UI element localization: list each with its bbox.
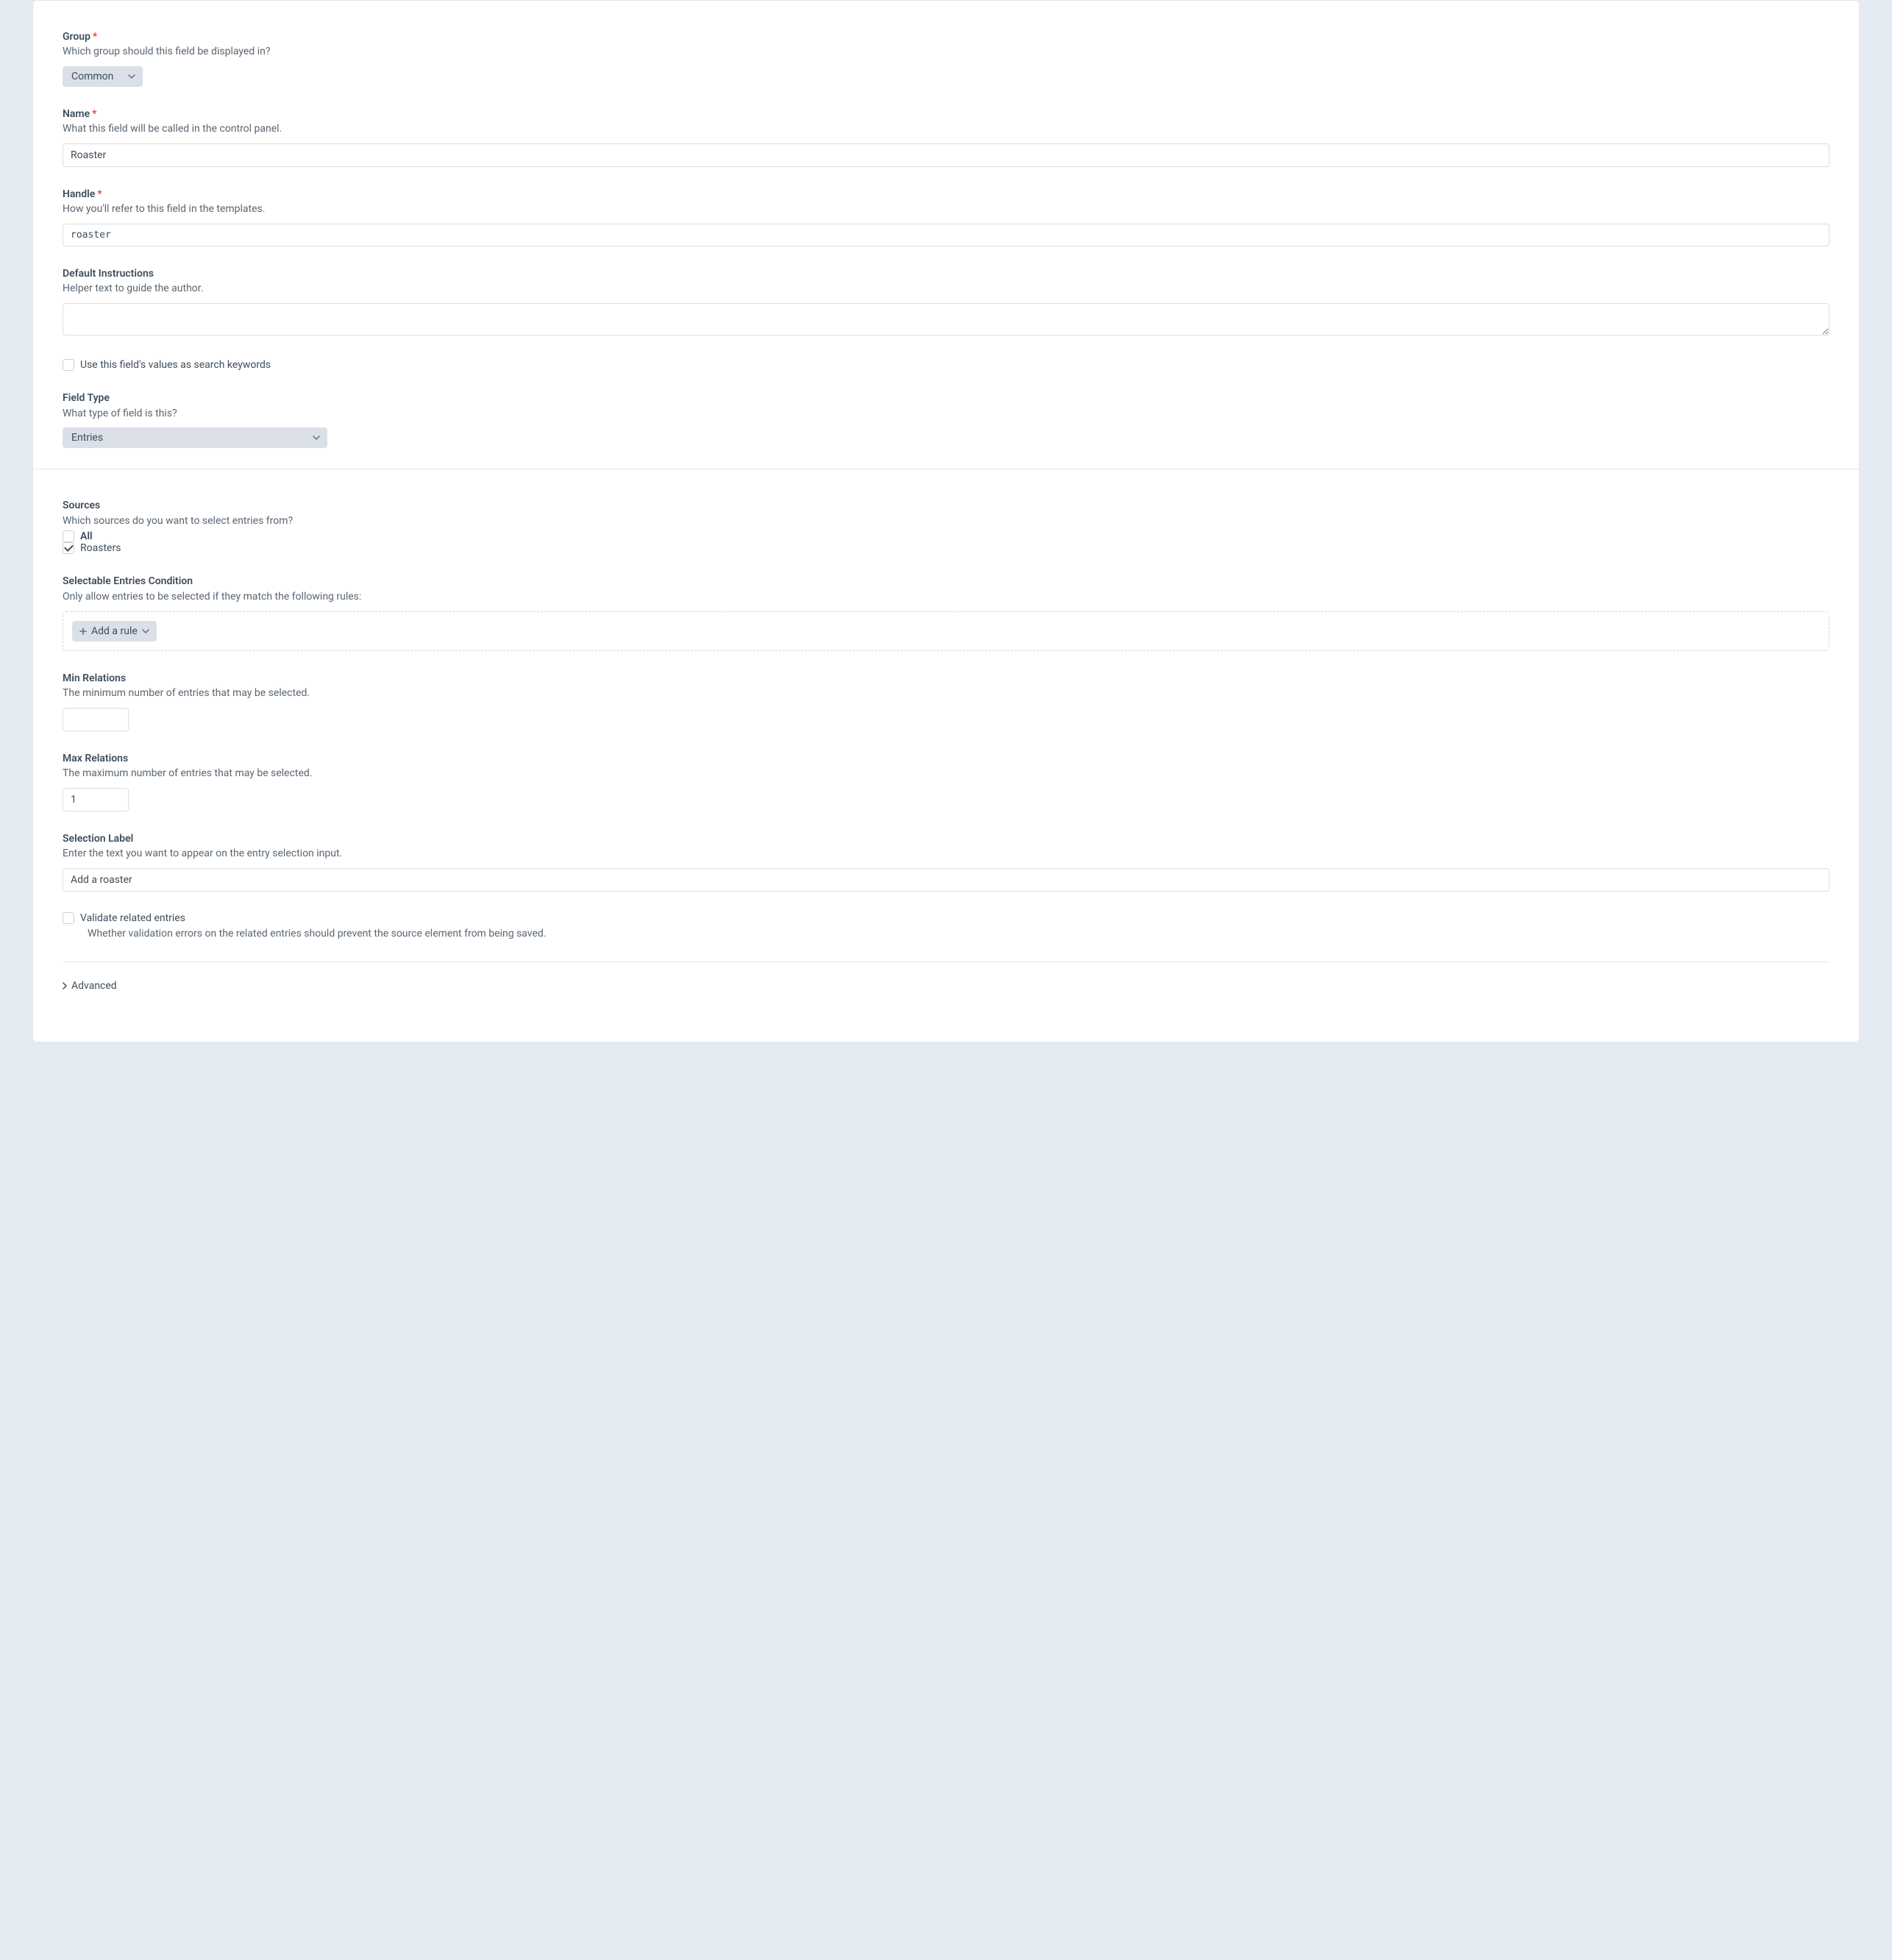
field-type-field: Field Type What type of field is this? E… [63, 391, 1829, 448]
handle-help: How you'll refer to this field in the te… [63, 202, 1829, 216]
validate-related-field: Validate related entries Whether validat… [63, 912, 1829, 941]
max-relations-help: The maximum number of entries that may b… [63, 767, 1829, 781]
checkbox-icon [63, 912, 74, 924]
chevron-right-icon [63, 982, 67, 990]
search-keywords-field: Use this field's values as search keywor… [63, 359, 1829, 371]
instructions-field: Default Instructions Helper text to guid… [63, 267, 1829, 338]
advanced-toggle[interactable]: Advanced [63, 980, 1829, 992]
group-field: Group* Which group should this field be … [63, 30, 1829, 87]
min-relations-input[interactable] [63, 708, 129, 731]
instructions-label: Default Instructions [63, 267, 1829, 280]
selection-label-field: Selection Label Enter the text you want … [63, 832, 1829, 892]
sources-option-all[interactable]: All [63, 530, 1829, 542]
chevron-down-icon [142, 629, 149, 633]
field-type-label: Field Type [63, 391, 1829, 405]
name-field: Name* What this field will be called in … [63, 107, 1829, 167]
checkbox-icon [63, 530, 74, 542]
name-input[interactable] [63, 143, 1829, 167]
search-keywords-checkbox[interactable]: Use this field's values as search keywor… [63, 359, 1829, 371]
name-label: Name* [63, 107, 1829, 121]
condition-label: Selectable Entries Condition [63, 575, 1829, 588]
handle-input[interactable] [63, 224, 1829, 246]
selection-label-input[interactable] [63, 868, 1829, 892]
checkbox-icon [63, 359, 74, 371]
group-label: Group* [63, 30, 1829, 43]
settings-panel: Group* Which group should this field be … [32, 0, 1860, 1043]
selection-label-label: Selection Label [63, 832, 1829, 845]
checkbox-checked-icon [63, 542, 74, 554]
sources-option-roasters[interactable]: Roasters [63, 542, 1829, 554]
min-relations-label: Min Relations [63, 672, 1829, 685]
field-type-select[interactable]: Entries [63, 427, 327, 448]
chevron-down-icon [128, 74, 135, 79]
group-help: Which group should this field be display… [63, 45, 1829, 59]
min-relations-field: Min Relations The minimum number of entr… [63, 672, 1829, 731]
max-relations-field: Max Relations The maximum number of entr… [63, 752, 1829, 812]
plus-icon [79, 628, 87, 635]
chevron-down-icon [313, 436, 320, 440]
group-select[interactable]: Common [63, 66, 143, 87]
type-settings-pane: Sources Which sources do you want to sel… [33, 469, 1859, 1012]
min-relations-help: The minimum number of entries that may b… [63, 686, 1829, 700]
general-pane: Group* Which group should this field be … [33, 1, 1859, 469]
add-rule-button[interactable]: Add a rule [72, 621, 157, 642]
sources-field: Sources Which sources do you want to sel… [63, 499, 1829, 554]
selection-label-help: Enter the text you want to appear on the… [63, 847, 1829, 861]
handle-label: Handle* [63, 188, 1829, 201]
field-type-help: What type of field is this? [63, 407, 1829, 421]
max-relations-input[interactable] [63, 788, 129, 812]
sources-label: Sources [63, 499, 1829, 512]
handle-field: Handle* How you'll refer to this field i… [63, 188, 1829, 246]
sources-list: All Roasters [63, 530, 1829, 554]
condition-field: Selectable Entries Condition Only allow … [63, 575, 1829, 650]
validate-related-help: Whether validation errors on the related… [88, 927, 1829, 941]
sources-help: Which sources do you want to select entr… [63, 514, 1829, 528]
instructions-help: Helper text to guide the author. [63, 282, 1829, 296]
condition-builder: Add a rule [63, 611, 1829, 651]
condition-help: Only allow entries to be selected if the… [63, 590, 1829, 604]
instructions-input[interactable] [63, 303, 1829, 335]
name-help: What this field will be called in the co… [63, 122, 1829, 136]
validate-related-checkbox[interactable]: Validate related entries [63, 912, 1829, 924]
max-relations-label: Max Relations [63, 752, 1829, 765]
